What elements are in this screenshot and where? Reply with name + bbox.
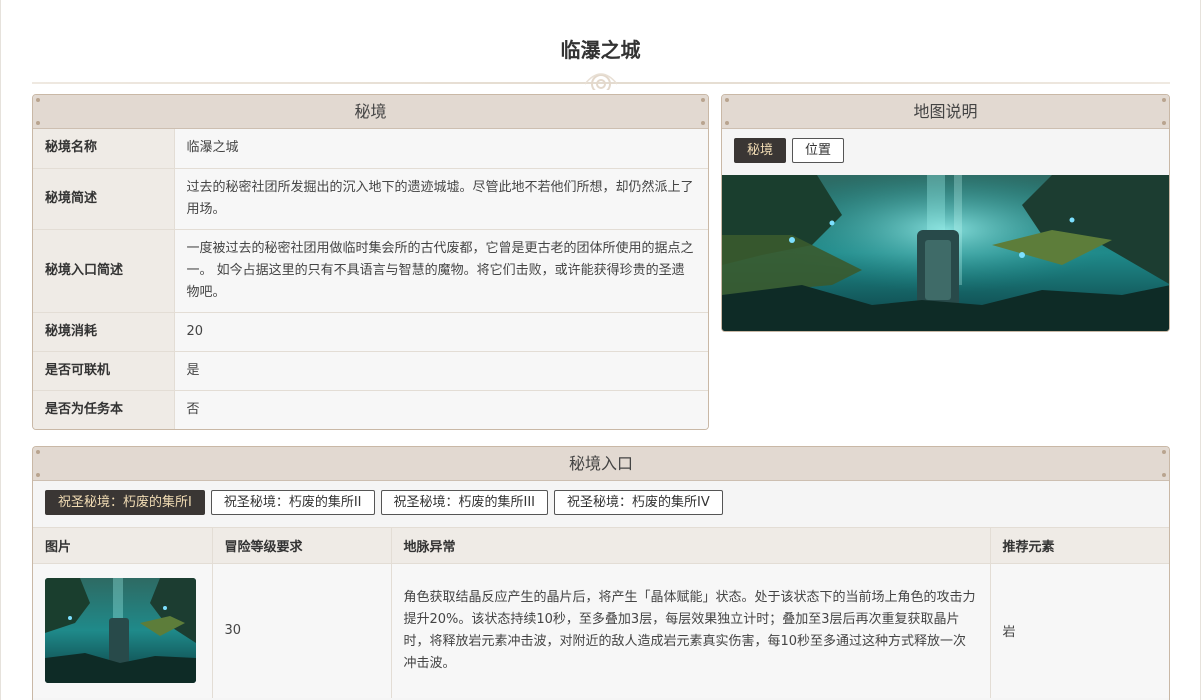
info-key: 秘境简述 — [33, 167, 175, 229]
map-panel-title: 地图说明 — [913, 102, 978, 121]
info-row-name: 秘境名称 临瀑之城 — [33, 129, 708, 168]
level-cell: 30 — [212, 563, 392, 698]
info-value: 否 — [174, 389, 708, 429]
info-key: 秘境入口简述 — [33, 228, 175, 312]
entrance-panel: 秘境入口 祝圣秘境：朽废的集所I 祝圣秘境：朽废的集所II 祝圣秘境：朽废的集所II… — [32, 446, 1170, 700]
table-row: 30 角色获取结晶反应产生的晶片后，将产生「晶体赋能」状态。处于该状态下的当前场… — [33, 563, 1169, 698]
info-key: 是否可联机 — [33, 350, 175, 390]
tab-entrance-2[interactable]: 祝圣秘境：朽废的集所II — [210, 490, 375, 515]
entrance-table: 图片 冒险等级要求 地脉异常 推荐元素 30 角色获取结晶反应产生的晶片后，将产… — [33, 527, 1169, 698]
info-key: 秘境消耗 — [33, 311, 175, 351]
domain-info-panel: 秘境 秘境名称 临瀑之城 秘境简述 过去的秘密社团所发掘出的沉入地下的遗迹城墟。… — [32, 94, 709, 430]
info-row-summary: 秘境简述 过去的秘密社团所发掘出的沉入地下的遗迹城墟。尽管此地不若他们所想，却仍… — [33, 167, 708, 229]
map-panel: 地图说明 秘境 位置 — [721, 94, 1170, 332]
ornament-icon — [584, 73, 618, 90]
info-row-entrance-summary: 秘境入口简述 一度被过去的秘密社团用做临时集会所的古代废都，它曾是更古老的团体所… — [33, 228, 708, 312]
image-cell — [33, 563, 213, 698]
info-value: 过去的秘密社团所发掘出的沉入地下的遗迹城墟。尽管此地不若他们所想，却仍然派上了用… — [174, 167, 708, 229]
info-value: 临瀑之城 — [174, 129, 708, 168]
entrance-panel-title: 秘境入口 — [568, 454, 633, 473]
info-key: 秘境名称 — [33, 129, 175, 168]
tab-location[interactable]: 位置 — [792, 138, 845, 163]
map-panel-header: 地图说明 — [722, 95, 1169, 129]
entrance-table-header: 图片 冒险等级要求 地脉异常 推荐元素 — [33, 527, 1169, 564]
domain-scene-image — [722, 175, 1169, 331]
info-value: 是 — [174, 350, 708, 390]
entrance-tabs: 祝圣秘境：朽废的集所I 祝圣秘境：朽废的集所II 祝圣秘境：朽废的集所III 祝圣秘境… — [33, 481, 1169, 527]
info-value: 20 — [174, 311, 708, 351]
domain-info-table: 秘境名称 临瀑之城 秘境简述 过去的秘密社团所发掘出的沉入地下的遗迹城墟。尽管此… — [33, 129, 708, 429]
info-row-quest: 是否为任务本 否 — [33, 389, 708, 429]
col-header-leyline: 地脉异常 — [391, 527, 991, 564]
col-header-image: 图片 — [33, 527, 213, 564]
entrance-thumbnail — [45, 578, 196, 684]
col-header-element: 推荐元素 — [990, 527, 1169, 564]
map-tabs: 秘境 位置 — [722, 129, 1169, 175]
entrance-panel-header: 秘境入口 — [33, 447, 1169, 481]
col-header-level: 冒险等级要求 — [212, 527, 392, 564]
domain-info-header: 秘境 — [33, 95, 708, 129]
page-title: 临瀑之城 — [560, 38, 641, 62]
info-row-coop: 是否可联机 是 — [33, 350, 708, 390]
tab-entrance-1[interactable]: 祝圣秘境：朽废的集所I — [45, 490, 205, 515]
info-value: 一度被过去的秘密社团用做临时集会所的古代废都，它曾是更古老的团体所使用的据点之一… — [174, 228, 708, 312]
tab-entrance-3[interactable]: 祝圣秘境：朽废的集所III — [380, 490, 549, 515]
element-cell: 岩 — [990, 563, 1169, 698]
domain-info-title: 秘境 — [354, 102, 387, 121]
leyline-cell: 角色获取结晶反应产生的晶片后，将产生「晶体赋能」状态。处于该状态下的当前场上角色… — [391, 563, 991, 698]
info-key: 是否为任务本 — [33, 389, 175, 429]
tab-domain[interactable]: 秘境 — [734, 138, 787, 163]
info-row-cost: 秘境消耗 20 — [33, 311, 708, 351]
tab-entrance-4[interactable]: 祝圣秘境：朽废的集所IV — [554, 490, 723, 515]
